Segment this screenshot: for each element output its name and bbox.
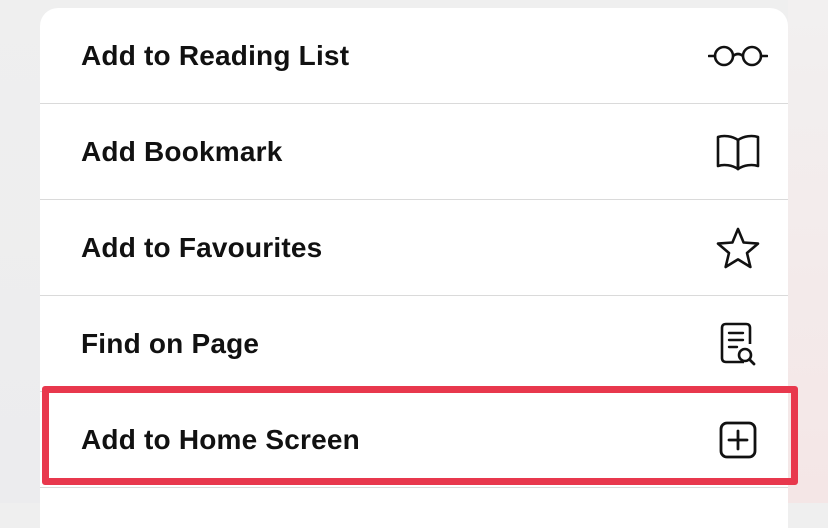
menu-item-label: Add to Home Screen: [81, 424, 360, 455]
glasses-icon: [708, 26, 768, 86]
share-sheet-actions: Add to Reading List Add Bookmark Add to …: [40, 8, 788, 528]
menu-item-label: Find on Page: [81, 328, 260, 359]
add-square-icon: [708, 410, 768, 470]
menu-item-label: Add Bookmark: [81, 136, 283, 167]
menu-item-add-to-reading-list[interactable]: Add to Reading List: [40, 8, 788, 104]
find-on-page-icon: [708, 314, 768, 374]
menu-item-find-on-page[interactable]: Find on Page: [40, 296, 788, 392]
menu-item-label: Add to Reading List: [81, 40, 350, 71]
divider: [40, 487, 788, 488]
star-icon: [708, 218, 768, 278]
menu-item-add-bookmark[interactable]: Add Bookmark: [40, 104, 788, 200]
book-icon: [708, 122, 768, 182]
menu-item-add-to-home-screen[interactable]: Add to Home Screen: [40, 392, 788, 488]
menu-item-add-to-favourites[interactable]: Add to Favourites: [40, 200, 788, 296]
background-edge: [788, 0, 828, 503]
menu-item-label: Add to Favourites: [81, 232, 323, 263]
